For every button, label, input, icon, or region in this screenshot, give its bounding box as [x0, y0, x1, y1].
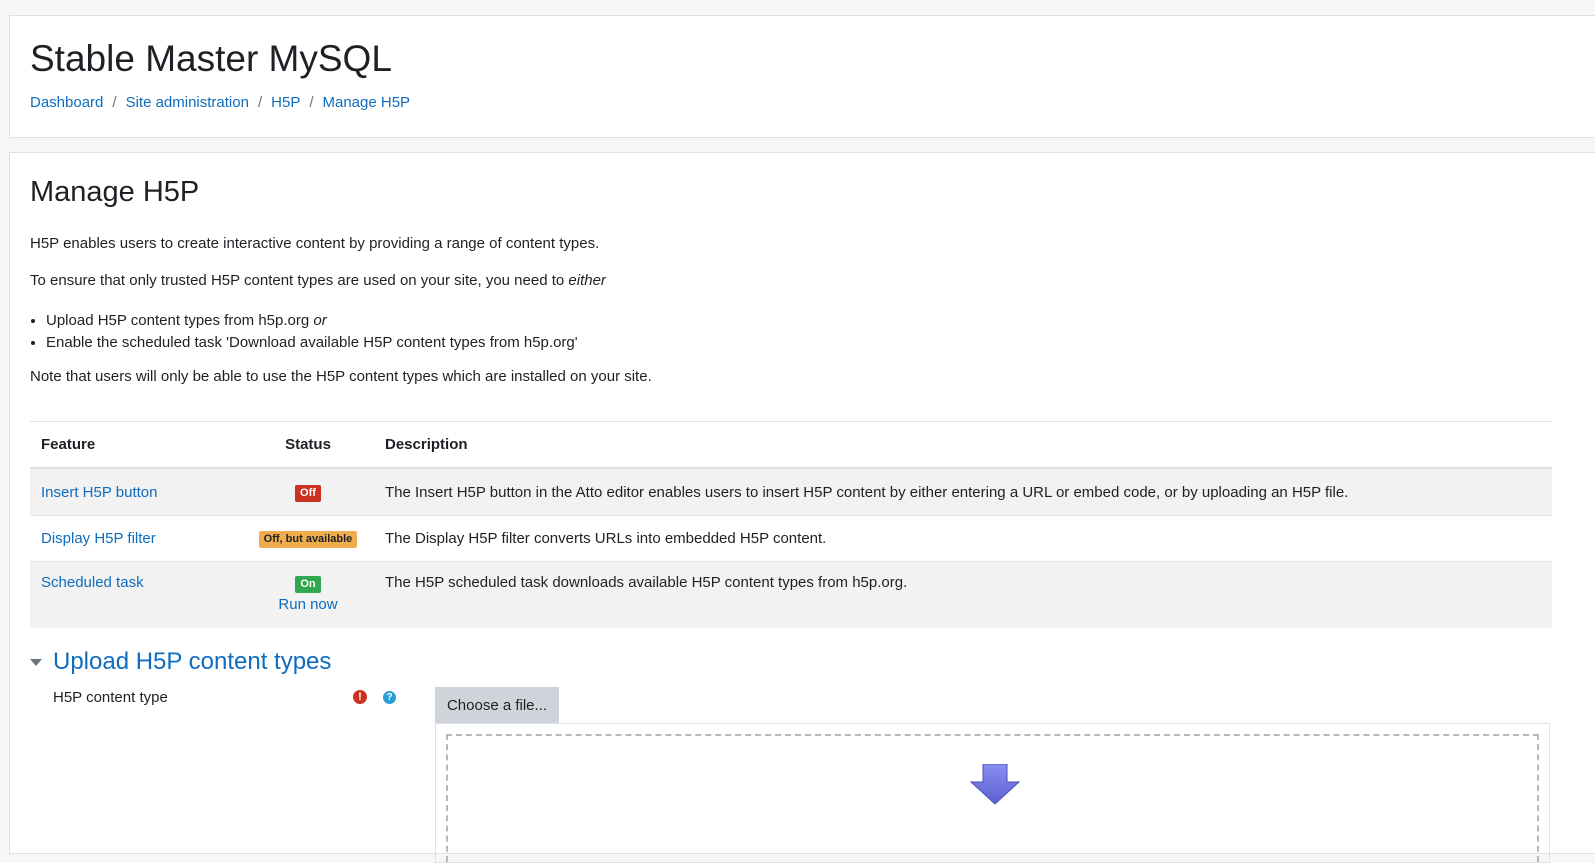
choose-file-button[interactable]: Choose a file...: [435, 687, 559, 723]
exclamation-circle-icon: !: [353, 690, 367, 704]
file-drop-container: [435, 723, 1550, 863]
status-badge: Off: [295, 484, 321, 502]
main-content: Manage H5P H5P enables users to create i…: [9, 152, 1595, 863]
description-cell: The Insert H5P button in the Atto editor…: [374, 467, 1552, 516]
status-cell: On Run now: [242, 561, 374, 628]
feature-link-scheduled-task[interactable]: Scheduled task: [41, 574, 144, 591]
download-arrow-icon: [970, 764, 1020, 805]
upload-section-title: Upload H5P content types: [53, 648, 332, 675]
option-task-text: Enable the scheduled task 'Download avai…: [46, 334, 578, 351]
chevron-down-icon: [30, 658, 42, 666]
option-upload-emphasis: or: [313, 312, 327, 329]
feature-link-display-h5p-filter[interactable]: Display H5P filter: [41, 530, 156, 547]
run-now-link[interactable]: Run now: [253, 596, 363, 613]
question-circle-icon[interactable]: ?: [383, 691, 396, 704]
column-header-status: Status: [242, 421, 374, 469]
breadcrumb-dashboard[interactable]: Dashboard: [30, 94, 103, 111]
table-header-row: Feature Status Description: [30, 421, 1552, 469]
table-row: Insert H5P button Off The Insert H5P but…: [30, 467, 1552, 516]
h5p-content-type-label: H5P content type: [53, 689, 168, 706]
status-badge: On: [295, 576, 321, 593]
trusted-text-emphasis: either: [568, 272, 606, 289]
site-title: Stable Master MySQL: [30, 38, 392, 79]
page-title: Manage H5P: [30, 176, 200, 208]
breadcrumb-separator: /: [112, 94, 117, 111]
description-cell: The H5P scheduled task downloads availab…: [374, 561, 1552, 628]
status-cell: Off, but available: [242, 515, 374, 562]
description-cell: The Display H5P filter converts URLs int…: [374, 515, 1552, 562]
list-item: Upload H5P content types from h5p.org or: [46, 310, 578, 332]
list-item: Enable the scheduled task 'Download avai…: [46, 332, 578, 354]
status-cell: Off: [242, 467, 374, 516]
trusted-text-prefix: To ensure that only trusted H5P content …: [30, 272, 569, 289]
column-header-feature: Feature: [30, 421, 242, 469]
feature-cell: Insert H5P button: [30, 467, 242, 516]
feature-cell: Scheduled task: [30, 561, 242, 628]
table-row: Display H5P filter Off, but available Th…: [30, 515, 1552, 562]
column-header-description: Description: [374, 421, 1552, 469]
option-upload-text: Upload H5P content types from h5p.org: [46, 312, 314, 329]
trusted-text: To ensure that only trusted H5P content …: [30, 272, 606, 289]
breadcrumb-manage-h5p[interactable]: Manage H5P: [323, 94, 411, 111]
features-table: Feature Status Description Insert H5P bu…: [30, 421, 1552, 628]
breadcrumb-separator: /: [257, 94, 263, 111]
feature-cell: Display H5P filter: [30, 515, 242, 562]
page-header: Stable Master MySQL Dashboard / Site adm…: [9, 15, 1595, 138]
feature-link-insert-h5p-button[interactable]: Insert H5P button: [41, 484, 157, 501]
breadcrumb: Dashboard / Site administration / H5P / …: [30, 94, 410, 111]
table-row: Scheduled task On Run now The H5P schedu…: [30, 561, 1552, 628]
breadcrumb-separator: /: [309, 94, 314, 111]
status-badge: Off, but available: [258, 531, 358, 548]
options-list: Upload H5P content types from h5p.org or…: [30, 310, 578, 354]
note-text: Note that users will only be able to use…: [30, 368, 652, 385]
upload-section-toggle[interactable]: Upload H5P content types: [30, 648, 331, 676]
breadcrumb-site-administration[interactable]: Site administration: [126, 94, 249, 111]
intro-text: H5P enables users to create interactive …: [30, 235, 600, 252]
file-drop-zone[interactable]: [446, 734, 1539, 862]
breadcrumb-h5p[interactable]: H5P: [271, 94, 300, 111]
